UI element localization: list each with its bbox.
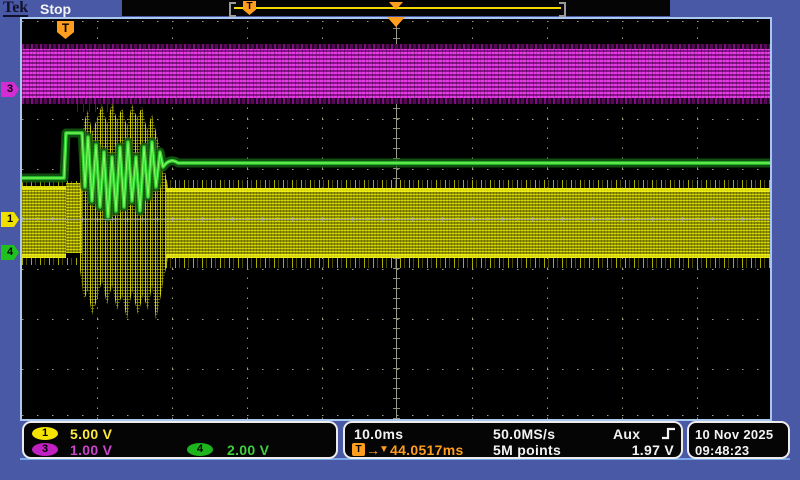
channel-readout-box[interactable]: 1 5.00 V 3 1.00 V 4 2.00 V (22, 421, 338, 459)
delay-time-readout: 44.0517ms (390, 442, 464, 458)
horizontal-trigger-readout-box[interactable]: 10.0ms 50.0MS/s Aux T → ▼ 44.0517ms 5M p… (343, 421, 683, 459)
datetime-readout-box[interactable]: 10 Nov 2025 09:48:23 (687, 421, 790, 459)
trigger-level-readout: 1.97 V (600, 442, 674, 458)
acquisition-status: Stop (40, 1, 71, 17)
tek-logo: Tek (3, 0, 28, 17)
trigger-source-readout: Aux (613, 426, 640, 442)
trigger-t-icon: T (352, 443, 365, 456)
timebase-readout: 10.0ms (354, 426, 403, 442)
time-readout: 09:48:23 (695, 443, 749, 458)
date-readout: 10 Nov 2025 (695, 427, 773, 442)
ch3-position-marker[interactable]: 3 (1, 82, 19, 97)
record-window-left-bracket-icon[interactable] (229, 2, 236, 17)
ch1-badge: 1 (32, 427, 58, 440)
ch3-scale-readout: 1.00 V (70, 442, 112, 458)
center-horizontal-ticks (22, 217, 770, 222)
expansion-point-triangle-icon[interactable] (387, 17, 405, 27)
ch4-position-marker[interactable]: 4 (1, 245, 19, 260)
record-trigger-t-icon[interactable]: T (243, 1, 256, 15)
record-window-right-bracket-icon[interactable] (559, 2, 566, 17)
delay-triangle-icon: ▼ (379, 444, 389, 455)
record-view-bar[interactable]: T (122, 0, 670, 16)
sample-rate-readout: 50.0MS/s (493, 426, 555, 442)
ch1-position-marker[interactable]: 1 (1, 212, 19, 227)
record-expansion-triangle-icon[interactable] (389, 2, 403, 10)
record-length-readout: 5M points (493, 442, 561, 458)
oscilloscope-screen: Tek Stop T (0, 0, 800, 480)
ch4-badge: 4 (187, 443, 213, 456)
ch4-scale-readout: 2.00 V (227, 442, 269, 458)
ch3-badge: 3 (32, 443, 58, 456)
ch1-scale-readout: 5.00 V (70, 426, 112, 442)
rising-edge-slope-icon (661, 426, 677, 441)
waveform-display[interactable] (20, 17, 772, 421)
